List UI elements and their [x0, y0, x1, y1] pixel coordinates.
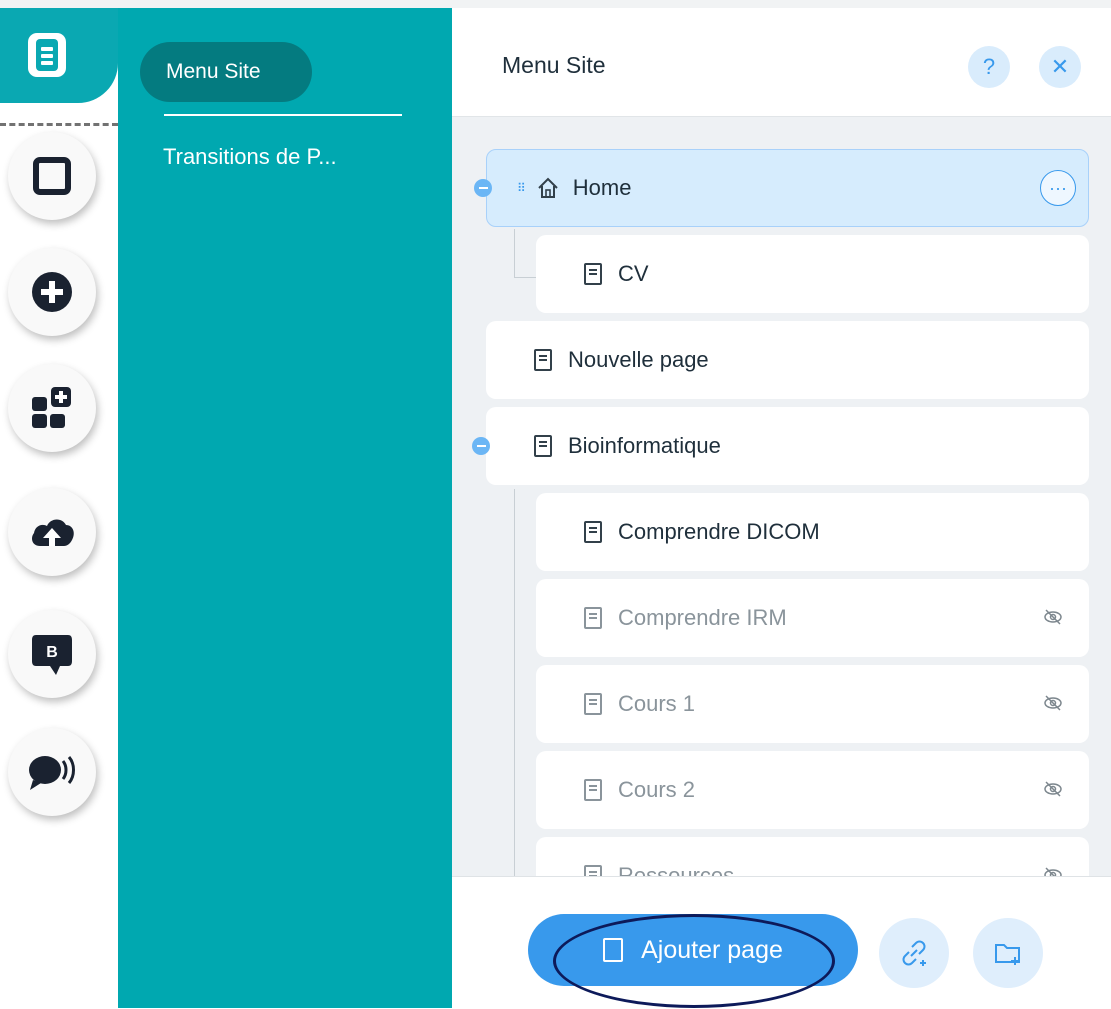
- add-folder-button[interactable]: [973, 918, 1043, 988]
- more-actions-icon[interactable]: ···: [1040, 170, 1076, 206]
- speech-bubble-icon: [29, 756, 75, 790]
- help-icon: ?: [982, 54, 996, 79]
- cloud-upload-icon: [32, 519, 74, 546]
- apps-icon: [32, 387, 71, 428]
- page-icon: [584, 521, 602, 543]
- page-row-bioinformatique[interactable]: Bioinformatique: [486, 407, 1089, 485]
- pages-list: ⠿ Home ··· CV Nouvelle page Bioinformati…: [452, 117, 1111, 876]
- page-icon: [584, 263, 602, 285]
- close-icon: ✕: [1050, 54, 1070, 79]
- page-transitions-tab[interactable]: Transitions de P...: [163, 144, 337, 170]
- tree-connector: [514, 229, 515, 277]
- page-label: Nouvelle page: [568, 347, 709, 372]
- page-label: Bioinformatique: [568, 433, 721, 458]
- add-apps-button[interactable]: [8, 364, 96, 452]
- menu-site-tab-label: Menu Site: [166, 60, 261, 83]
- subpanel-divider: [164, 114, 402, 116]
- page-row-comprendre-irm[interactable]: Comprendre IRM: [536, 579, 1089, 657]
- collapse-bioinformatique-icon[interactable]: [472, 437, 490, 455]
- pages-menu-button[interactable]: [0, 8, 118, 103]
- help-button[interactable]: ?: [968, 46, 1010, 88]
- blog-icon: B: [32, 635, 72, 675]
- add-elements-button[interactable]: [8, 248, 96, 336]
- svg-text:B: B: [46, 644, 58, 661]
- page-row-ressources[interactable]: Ressources: [536, 837, 1089, 876]
- square-icon: [33, 157, 71, 195]
- hidden-eye-icon: [1044, 781, 1062, 797]
- home-icon: [538, 177, 558, 198]
- page-icon: [584, 693, 602, 715]
- tree-connector: [514, 489, 515, 876]
- tree-connector: [514, 277, 536, 278]
- pages-icon: [28, 33, 66, 77]
- page-label: Cours 1: [618, 691, 696, 716]
- background-button[interactable]: [8, 132, 96, 220]
- folder-add-icon: [995, 944, 1020, 965]
- drag-handle-icon[interactable]: ⠿: [517, 181, 527, 195]
- page-icon: [584, 607, 602, 629]
- page-row-cv[interactable]: CV: [536, 235, 1089, 313]
- page-label: Home: [572, 175, 632, 200]
- page-label: Cours 2: [618, 777, 696, 802]
- page-row-comprendre-dicom[interactable]: Comprendre DICOM: [536, 493, 1089, 571]
- page-label: Ressources: [618, 863, 735, 876]
- collapse-home-icon[interactable]: [474, 179, 492, 197]
- page-label: CV: [618, 261, 649, 286]
- page-row-home[interactable]: ⠿ Home ···: [486, 149, 1089, 227]
- rail-divider: [0, 123, 118, 126]
- page-icon: [584, 865, 602, 876]
- menu-site-tab[interactable]: Menu Site: [140, 42, 312, 102]
- close-button[interactable]: ✕: [1039, 46, 1081, 88]
- page-icon: [584, 779, 602, 801]
- page-label: Comprendre DICOM: [618, 519, 820, 544]
- add-link-button[interactable]: [879, 918, 949, 988]
- page-row-cours-2[interactable]: Cours 2: [536, 751, 1089, 829]
- page-row-nouvelle-page[interactable]: Nouvelle page: [486, 321, 1089, 399]
- blog-button[interactable]: B: [8, 610, 96, 698]
- page-label: Comprendre IRM: [618, 605, 787, 630]
- plus-circle-icon: [32, 272, 72, 312]
- link-add-icon: [902, 940, 926, 966]
- hidden-eye-icon: [1044, 867, 1062, 876]
- media-upload-button[interactable]: [8, 488, 96, 576]
- hidden-eye-icon: [1044, 695, 1062, 711]
- page-icon: [534, 349, 552, 371]
- panel-title: Menu Site: [502, 52, 606, 78]
- page-icon: [534, 435, 552, 457]
- annotation-circle: [553, 914, 835, 1008]
- hidden-eye-icon: [1044, 609, 1062, 625]
- chat-button[interactable]: [8, 728, 96, 816]
- page-row-cours-1[interactable]: Cours 1: [536, 665, 1089, 743]
